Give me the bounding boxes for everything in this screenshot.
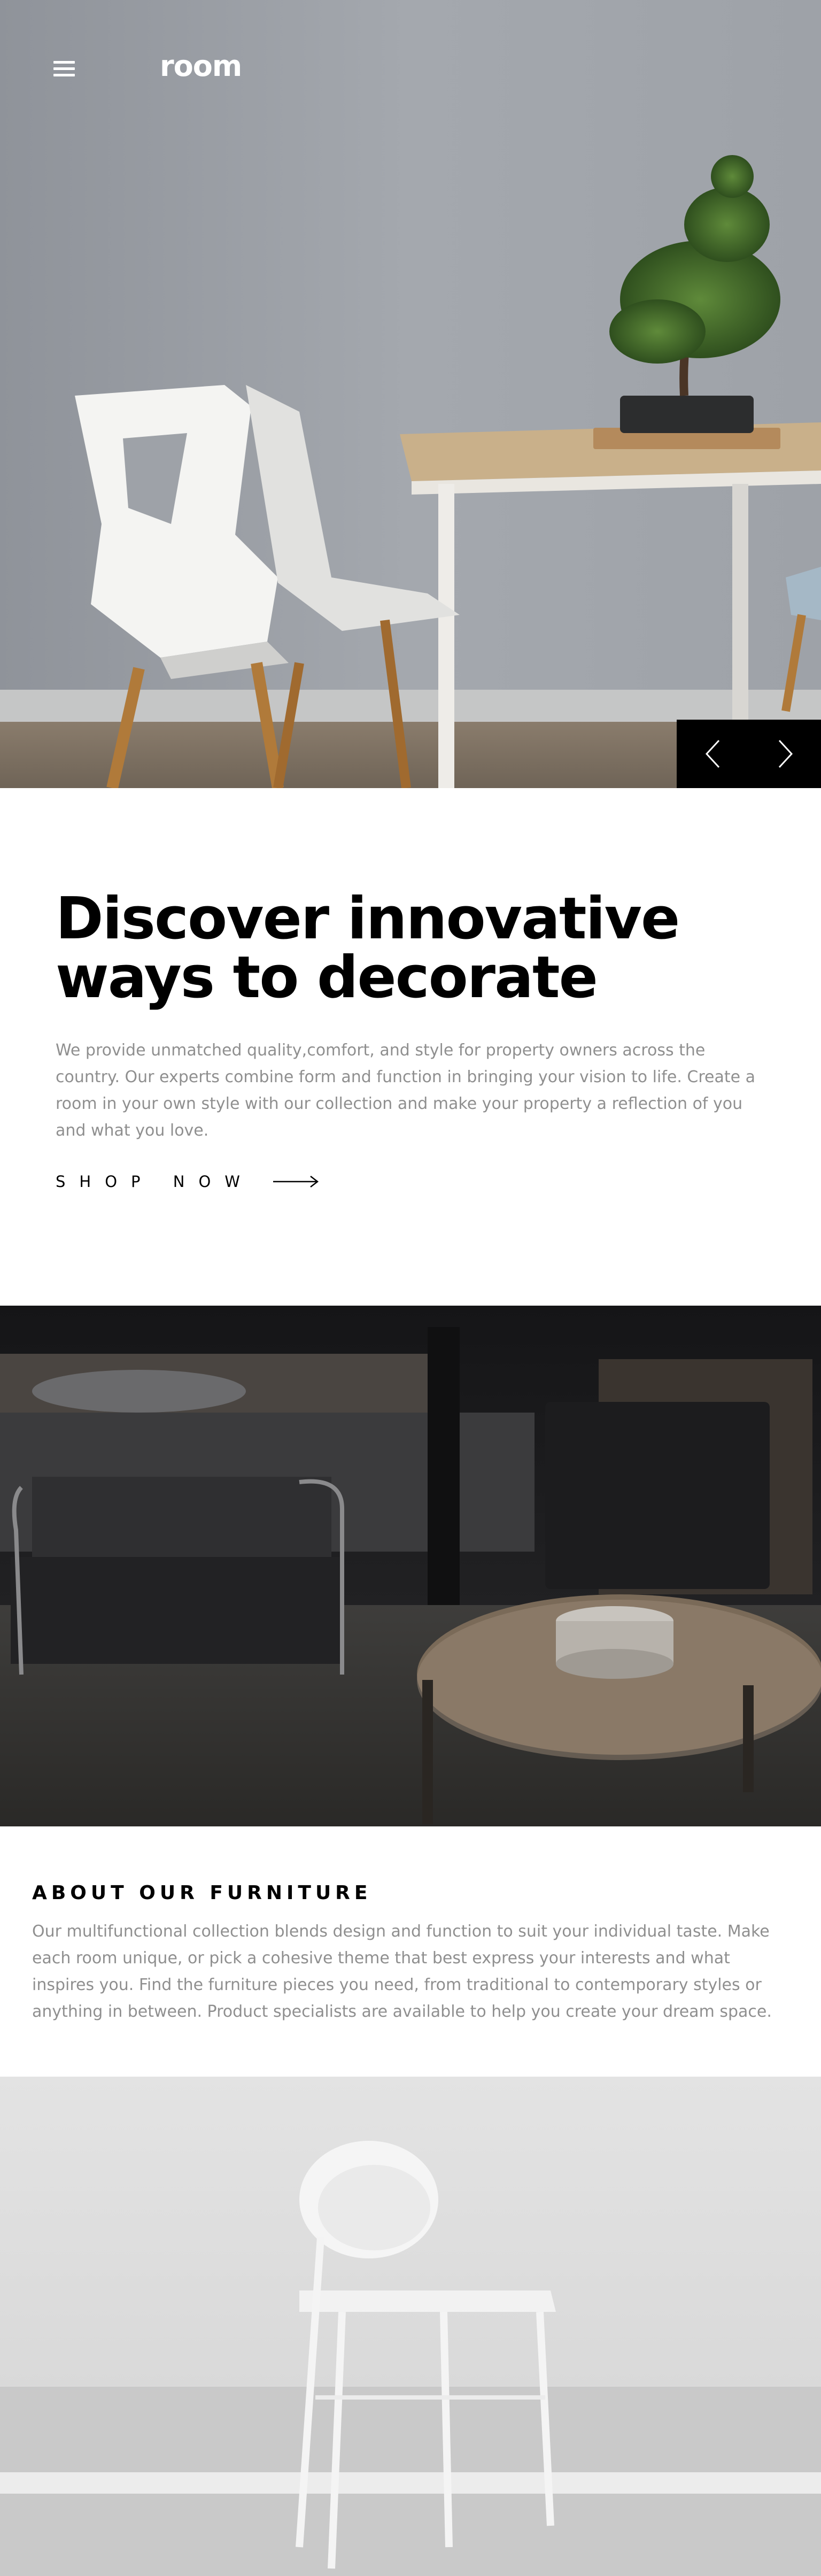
slider-prev-button[interactable] xyxy=(677,720,749,788)
chevron-right-icon xyxy=(778,739,793,768)
chevron-left-icon xyxy=(705,739,719,768)
intro-body: We provide unmatched quality,comfort, an… xyxy=(56,1041,756,1140)
about-title: ABOUT OUR FURNITURE xyxy=(32,1882,372,1904)
intro-title: Discover innovative ways to decorate xyxy=(56,885,680,1011)
slider-controls xyxy=(677,720,821,788)
intro-section: Discover innovative ways to decorate We … xyxy=(0,788,821,1306)
shop-now-label: SHOP NOW xyxy=(56,1173,254,1191)
top-nav: room xyxy=(0,0,821,139)
white-chair-photo xyxy=(0,2077,821,2576)
logo[interactable]: room xyxy=(160,49,242,83)
hero-section: room xyxy=(0,0,821,788)
slider-next-button[interactable] xyxy=(749,720,821,788)
about-section: ABOUT OUR FURNITURE Our multifunctional … xyxy=(0,1826,821,2077)
arrow-right-icon xyxy=(273,1176,319,1187)
dark-furniture-photo xyxy=(0,1306,821,1826)
about-body: Our multifunctional collection blends de… xyxy=(32,1922,772,2021)
shop-now-link[interactable]: SHOP NOW xyxy=(56,1171,319,1192)
white-chair-image xyxy=(0,2077,821,2576)
dark-furniture-image xyxy=(0,1306,821,1826)
hamburger-menu-icon[interactable] xyxy=(53,58,76,80)
